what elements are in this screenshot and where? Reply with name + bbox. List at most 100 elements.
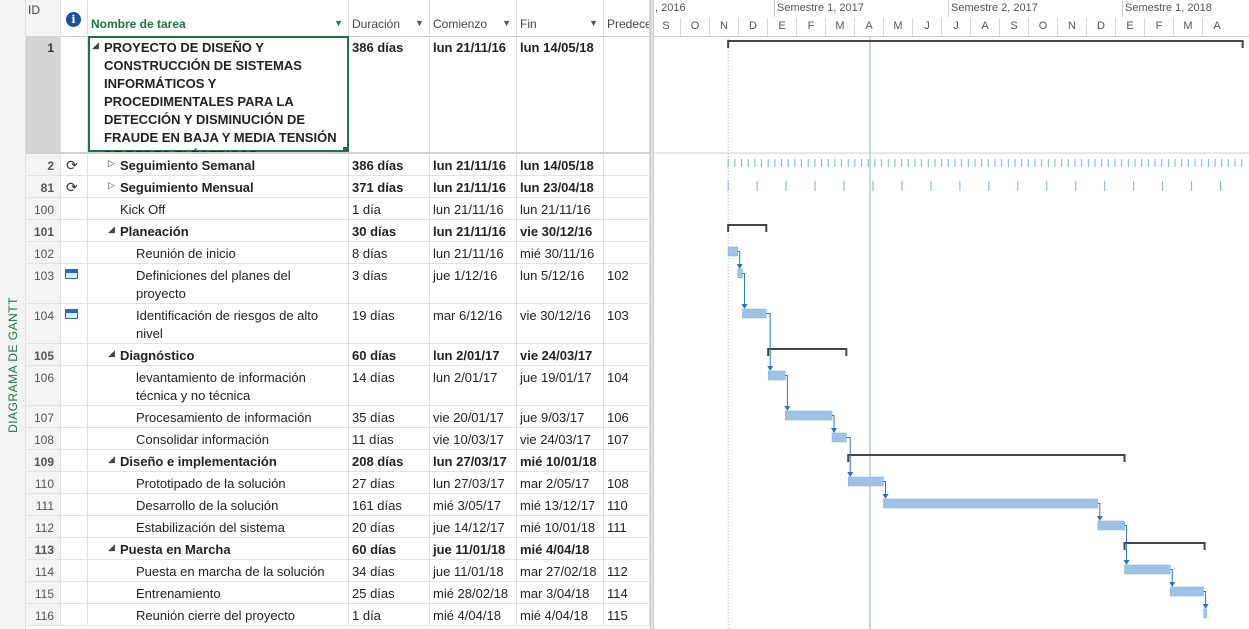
task-end-cell[interactable]: lun 14/05/18 [517, 36, 604, 152]
task-name-cell[interactable]: Prototipado de la solución [88, 472, 349, 493]
task-duration-cell[interactable]: 25 días [349, 582, 430, 603]
task-bar[interactable] [727, 246, 738, 257]
task-row[interactable]: 114 Puesta en marcha de la solución 34 día… [26, 560, 650, 582]
view-label[interactable]: DIAGRAMA DE GANTT [6, 297, 20, 433]
task-end-cell[interactable]: mié 10/01/18 [517, 450, 604, 471]
summary-bar[interactable] [727, 224, 768, 232]
task-end-cell[interactable]: mar 3/04/18 [517, 582, 604, 603]
task-indicator-cell[interactable] [61, 494, 88, 515]
gantt-chart[interactable]: SONDEFMAMJJASONDEFMA, 2016 Semestre 1, 20… [651, 0, 1249, 629]
column-header-indicators[interactable]: i [61, 0, 88, 36]
task-duration-cell[interactable]: 3 días [349, 264, 430, 303]
task-end-cell[interactable]: lun 14/05/18 [517, 154, 604, 175]
collapse-toggle-icon[interactable]: ◢ [108, 348, 115, 359]
task-row[interactable]: 107 Procesamiento de información 35 días vi… [26, 406, 650, 428]
task-start-cell[interactable]: jue 14/12/17 [430, 516, 517, 537]
task-bar[interactable] [883, 498, 1099, 509]
task-indicator-cell[interactable] [61, 604, 88, 625]
task-start-cell[interactable]: lun 2/01/17 [430, 366, 517, 405]
task-name-cell[interactable]: ◢ Diagnóstico [88, 344, 349, 365]
task-duration-cell[interactable]: 20 días [349, 516, 430, 537]
timescale-month[interactable]: J [912, 18, 941, 36]
task-indicator-cell[interactable] [61, 450, 88, 471]
task-id-cell[interactable]: 2 [26, 154, 61, 175]
task-indicator-cell[interactable] [61, 428, 88, 449]
column-header-id[interactable]: ID [26, 0, 61, 36]
task-name-cell[interactable]: Kick Off [88, 198, 349, 219]
task-name-cell[interactable]: levantamiento de información técnica y n… [88, 366, 349, 405]
task-end-cell[interactable]: mié 30/11/16 [517, 242, 604, 263]
task-duration-cell[interactable]: 27 días [349, 472, 430, 493]
timescale-month[interactable]: N [1057, 18, 1086, 36]
task-id-cell[interactable]: 81 [26, 176, 61, 197]
task-start-cell[interactable]: vie 10/03/17 [430, 428, 517, 449]
task-start-cell[interactable]: lun 2/01/17 [430, 344, 517, 365]
task-predecessors-cell[interactable] [604, 450, 650, 471]
task-bar[interactable] [1203, 608, 1207, 619]
task-predecessors-cell[interactable] [604, 198, 650, 219]
task-end-cell[interactable]: vie 30/12/16 [517, 304, 604, 343]
task-id-cell[interactable]: 106 [26, 366, 61, 405]
timescale-month[interactable]: M [825, 18, 854, 36]
summary-bar[interactable] [727, 40, 1244, 48]
task-end-cell[interactable]: mié 10/01/18 [517, 516, 604, 537]
task-id-cell[interactable]: 114 [26, 560, 61, 581]
task-start-cell[interactable]: lun 21/11/16 [430, 36, 517, 152]
column-header-duration[interactable]: Duración ▼ [349, 0, 430, 36]
timescale-month[interactable]: F [796, 18, 825, 36]
task-end-cell[interactable]: lun 21/11/16 [517, 198, 604, 219]
task-bar[interactable] [742, 308, 767, 319]
task-predecessors-cell[interactable] [604, 176, 650, 197]
task-id-cell[interactable]: 104 [26, 304, 61, 343]
task-duration-cell[interactable]: 35 días [349, 406, 430, 427]
task-duration-cell[interactable]: 8 días [349, 242, 430, 263]
summary-bar[interactable] [1123, 542, 1206, 550]
task-indicator-cell[interactable] [61, 582, 88, 603]
task-name-cell[interactable]: Reunión cierre del proyecto [88, 604, 349, 625]
timescale-month[interactable]: D [738, 18, 767, 36]
task-duration-cell[interactable]: 386 días [349, 154, 430, 175]
task-indicator-cell[interactable] [61, 516, 88, 537]
task-row[interactable]: 1 ◢ PROYECTO DE DISEÑO Y CONSTRUCCIÓN DE S… [26, 36, 650, 154]
task-start-cell[interactable]: mar 6/12/16 [430, 304, 517, 343]
task-indicator-cell[interactable] [61, 560, 88, 581]
task-bar[interactable] [1097, 520, 1125, 531]
task-name-cell[interactable]: ▷ Seguimiento Mensual [88, 176, 349, 197]
task-end-cell[interactable]: mié 13/12/17 [517, 494, 604, 515]
task-predecessors-cell[interactable]: 103 [604, 304, 650, 343]
task-start-cell[interactable]: jue 11/01/18 [430, 560, 517, 581]
task-duration-cell[interactable]: 14 días [349, 366, 430, 405]
task-indicator-cell[interactable] [61, 242, 88, 263]
timescale-month[interactable]: O [1028, 18, 1057, 36]
expand-toggle-icon[interactable]: ▷ [108, 158, 115, 169]
chevron-down-icon[interactable]: ▼ [334, 18, 343, 28]
task-id-cell[interactable]: 1 [26, 36, 61, 152]
task-predecessors-cell[interactable]: 108 [604, 472, 650, 493]
task-start-cell[interactable]: jue 1/12/16 [430, 264, 517, 303]
task-row[interactable]: 102 Reunión de inicio 8 días lun 21/11/16 mi… [26, 242, 650, 264]
timescale-period[interactable]: Semestre 1, 2018 [1125, 2, 1212, 14]
task-name-cell[interactable]: Identificación de riesgos de alto nivel [88, 304, 349, 343]
task-id-cell[interactable]: 115 [26, 582, 61, 603]
timescale-month[interactable]: A [854, 18, 883, 36]
timescale-month[interactable]: N [709, 18, 738, 36]
task-duration-cell[interactable]: 208 días [349, 450, 430, 471]
task-start-cell[interactable]: lun 21/11/16 [430, 154, 517, 175]
task-end-cell[interactable]: vie 24/03/17 [517, 428, 604, 449]
timescale-header[interactable]: SONDEFMAMJJASONDEFMA, 2016 Semestre 1, 20… [651, 0, 1249, 37]
task-name-cell[interactable]: Consolidar información [88, 428, 349, 449]
task-row[interactable]: 106 levantamiento de información técnica … [26, 366, 650, 406]
task-predecessors-cell[interactable] [604, 242, 650, 263]
task-bar[interactable] [785, 410, 833, 421]
task-indicator-cell[interactable] [61, 344, 88, 365]
task-duration-cell[interactable]: 386 días [349, 36, 430, 152]
task-id-cell[interactable]: 110 [26, 472, 61, 493]
task-row[interactable]: 105 ◢ Diagnóstico 60 días lun 2/01/17 vie 24/… [26, 344, 650, 366]
task-bar[interactable] [1124, 564, 1171, 575]
task-id-cell[interactable]: 101 [26, 220, 61, 241]
task-indicator-cell[interactable]: ⟳ [61, 154, 88, 175]
task-end-cell[interactable]: lun 5/12/16 [517, 264, 604, 303]
task-row[interactable]: 112 Estabilización del sistema 20 días jue … [26, 516, 650, 538]
task-end-cell[interactable]: mié 4/04/18 [517, 604, 604, 625]
task-id-cell[interactable]: 113 [26, 538, 61, 559]
